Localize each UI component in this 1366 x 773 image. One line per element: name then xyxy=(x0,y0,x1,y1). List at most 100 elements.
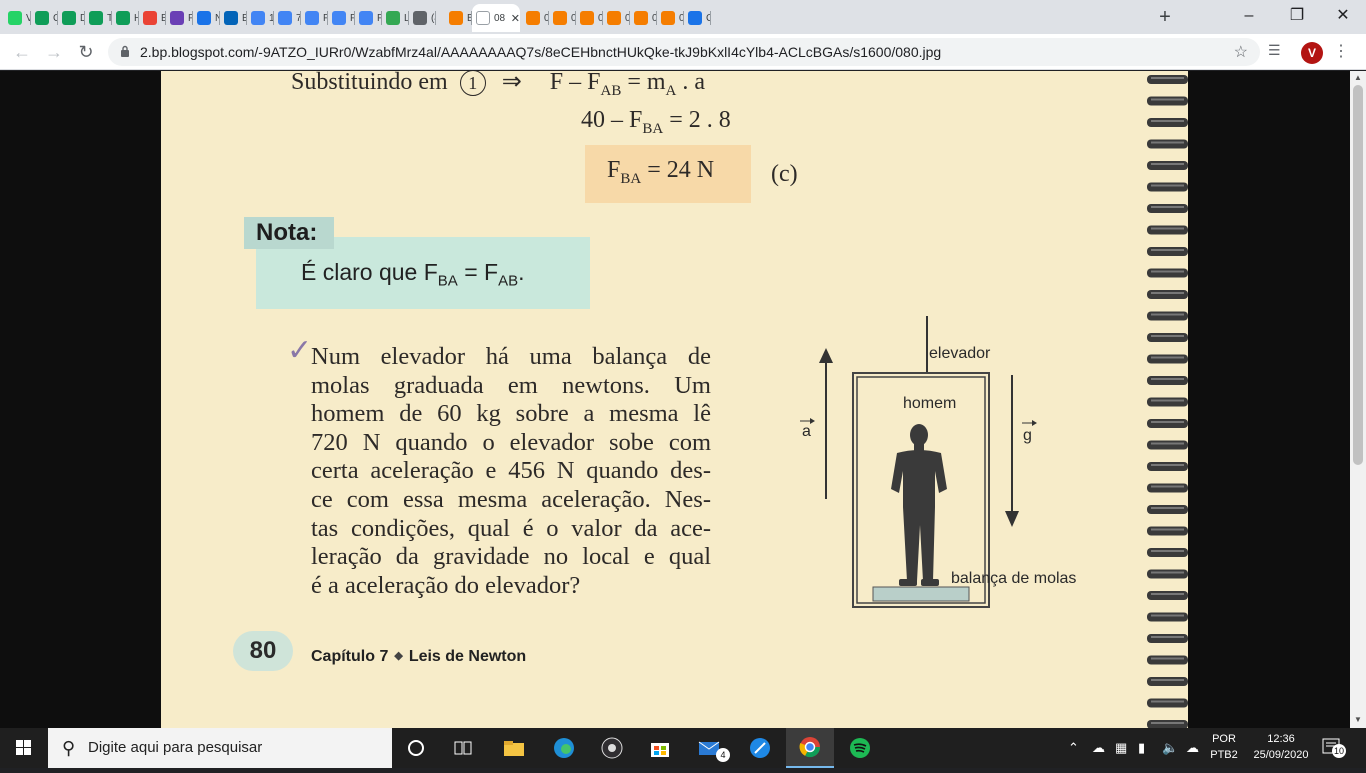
file-explorer-icon[interactable] xyxy=(490,728,538,768)
spiral-ring xyxy=(1147,440,1188,450)
restore-button[interactable]: ❐ xyxy=(1274,4,1320,28)
google-docs-icon xyxy=(278,11,292,25)
browser-tab[interactable]: C xyxy=(31,4,58,32)
chrome-icon[interactable] xyxy=(786,728,834,768)
notification-center-icon[interactable]: 10 xyxy=(1322,738,1346,758)
problem-line: leração da gravidade no local e qual xyxy=(311,543,711,571)
scrollbar-thumb[interactable] xyxy=(1353,85,1363,465)
problem-line: 720 N quando o elevador sobe com xyxy=(311,428,711,456)
profile-avatar[interactable]: V xyxy=(1301,42,1323,64)
scroll-down-icon[interactable]: ▼ xyxy=(1354,715,1362,724)
spiral-ring xyxy=(1147,591,1188,600)
input-language[interactable]: POR PTB2 xyxy=(1204,731,1244,763)
taskbar-search[interactable]: ⚲ Digite aqui para pesquisar xyxy=(48,728,392,768)
spiral-highlight xyxy=(1151,679,1184,681)
circled-number: 1 xyxy=(459,71,486,96)
onedrive-icon[interactable]: ☁ xyxy=(1186,740,1199,756)
browser-tab[interactable]: P xyxy=(355,4,382,32)
minimize-button[interactable]: – xyxy=(1226,4,1272,28)
browser-tab[interactable]: 08 ✕ xyxy=(472,4,520,32)
spiral-highlight xyxy=(1151,98,1184,101)
obs-icon[interactable] xyxy=(588,728,636,768)
browser-tab[interactable]: B xyxy=(445,4,472,32)
scroll-up-icon[interactable]: ▲ xyxy=(1354,73,1362,82)
blogger-icon xyxy=(607,11,621,25)
browser-tab[interactable]: D xyxy=(58,4,85,32)
media-control-icon[interactable]: ☰ xyxy=(1268,42,1281,59)
browser-tab[interactable]: (4 xyxy=(409,4,436,32)
browser-tab[interactable]: 0 xyxy=(522,4,549,32)
weather-icon[interactable]: ☁ xyxy=(1092,740,1105,756)
browser-tab[interactable]: E xyxy=(220,4,247,32)
spiral-highlight xyxy=(1151,249,1184,251)
windows-logo-icon xyxy=(16,740,31,755)
note-label: Nota: xyxy=(244,217,334,249)
problem-text: Num elevador há uma balança de molas grad… xyxy=(311,343,711,600)
tray-chevron-icon[interactable]: ⌃ xyxy=(1068,740,1079,756)
google-docs-icon xyxy=(359,11,373,25)
browser-tab[interactable]: 0 xyxy=(549,4,576,32)
problem-line: tas condições, qual é o valor da ace- xyxy=(311,514,711,542)
edge-icon[interactable] xyxy=(540,728,588,768)
browser-app-icon[interactable] xyxy=(736,728,784,768)
spotify-icon[interactable] xyxy=(836,728,884,768)
image-viewport: Substituindo em 1 ⇒ F – FAB = mA . a 40 … xyxy=(0,71,1350,728)
google-docs-icon xyxy=(332,11,346,25)
bookmark-star-icon[interactable]: ☆ xyxy=(1234,42,1248,62)
outlook-icon xyxy=(224,11,238,25)
browser-tab[interactable]: N xyxy=(193,4,220,32)
back-button[interactable]: ← xyxy=(10,40,34,64)
browser-tab[interactable]: 0 xyxy=(630,4,657,32)
spiral-highlight xyxy=(1151,528,1184,531)
browser-tab[interactable]: E xyxy=(139,4,166,32)
browser-tab[interactable]: L xyxy=(382,4,409,32)
vertical-scrollbar[interactable]: ▲ ▼ xyxy=(1350,71,1366,728)
spiral-highlight xyxy=(1151,227,1184,230)
browser-tab[interactable]: 1 xyxy=(247,4,274,32)
reload-button[interactable]: ↻ xyxy=(74,40,98,64)
cortana-icon[interactable] xyxy=(392,728,440,768)
answer-tag: (c) xyxy=(771,161,798,187)
browser-tab[interactable]: 0 xyxy=(603,4,630,32)
browser-tab[interactable]: 0 xyxy=(657,4,684,32)
browser-tab[interactable]: H xyxy=(112,4,139,32)
google-sheets-icon xyxy=(35,11,49,25)
close-window-button[interactable]: ✕ xyxy=(1320,4,1366,28)
forward-button[interactable]: → xyxy=(42,40,66,64)
whatsapp-icon xyxy=(8,11,22,25)
start-button[interactable] xyxy=(0,728,48,768)
battery-icon[interactable]: ▮ xyxy=(1138,740,1145,756)
system-clock[interactable]: 12:36 25/09/2020 xyxy=(1246,731,1316,763)
network-icon[interactable]: ▦ xyxy=(1115,740,1127,756)
problem-line: ce com essa mesma aceleração. Nes- xyxy=(311,485,711,513)
close-tab-icon[interactable]: ✕ xyxy=(511,12,520,25)
browser-menu-icon[interactable]: ⋮ xyxy=(1333,41,1349,61)
address-bar[interactable]: 2.bp.blogspot.com/-9ATZO_IURr0/WzabfMrz4… xyxy=(108,38,1260,66)
browser-tab[interactable]: C xyxy=(684,4,711,32)
audio-icon xyxy=(413,11,427,25)
browser-tab[interactable]: P xyxy=(328,4,355,32)
spiral-highlight xyxy=(1151,356,1184,359)
store-icon[interactable] xyxy=(636,728,684,768)
url-text: 2.bp.blogspot.com/-9ATZO_IURr0/WzabfMrz4… xyxy=(140,44,942,60)
spiral-highlight xyxy=(1151,614,1184,617)
spiral-ring xyxy=(1147,161,1188,170)
spiral-ring xyxy=(1147,290,1188,299)
new-tab-button[interactable]: + xyxy=(1154,6,1176,29)
browser-tab[interactable]: P xyxy=(301,4,328,32)
volume-icon[interactable]: 🔈 xyxy=(1162,740,1178,756)
problem-line: molas graduada em newtons. Um xyxy=(311,371,711,399)
google-docs-icon xyxy=(305,11,319,25)
mail-icon[interactable]: 4 xyxy=(686,728,734,768)
notification-badge: 10 xyxy=(1332,744,1346,758)
browser-tab[interactable]: V xyxy=(4,4,31,32)
browser-tab[interactable]: 7 xyxy=(274,4,301,32)
task-view-icon[interactable] xyxy=(440,728,488,768)
spiral-ring xyxy=(1147,354,1188,364)
browser-tab[interactable]: P xyxy=(166,4,193,32)
search-placeholder: Digite aqui para pesquisar xyxy=(88,739,263,756)
browser-tab[interactable]: 0 xyxy=(576,4,603,32)
spiral-ring xyxy=(1147,462,1188,471)
browser-tab[interactable]: T xyxy=(85,4,112,32)
spiral-ring xyxy=(1147,419,1188,428)
